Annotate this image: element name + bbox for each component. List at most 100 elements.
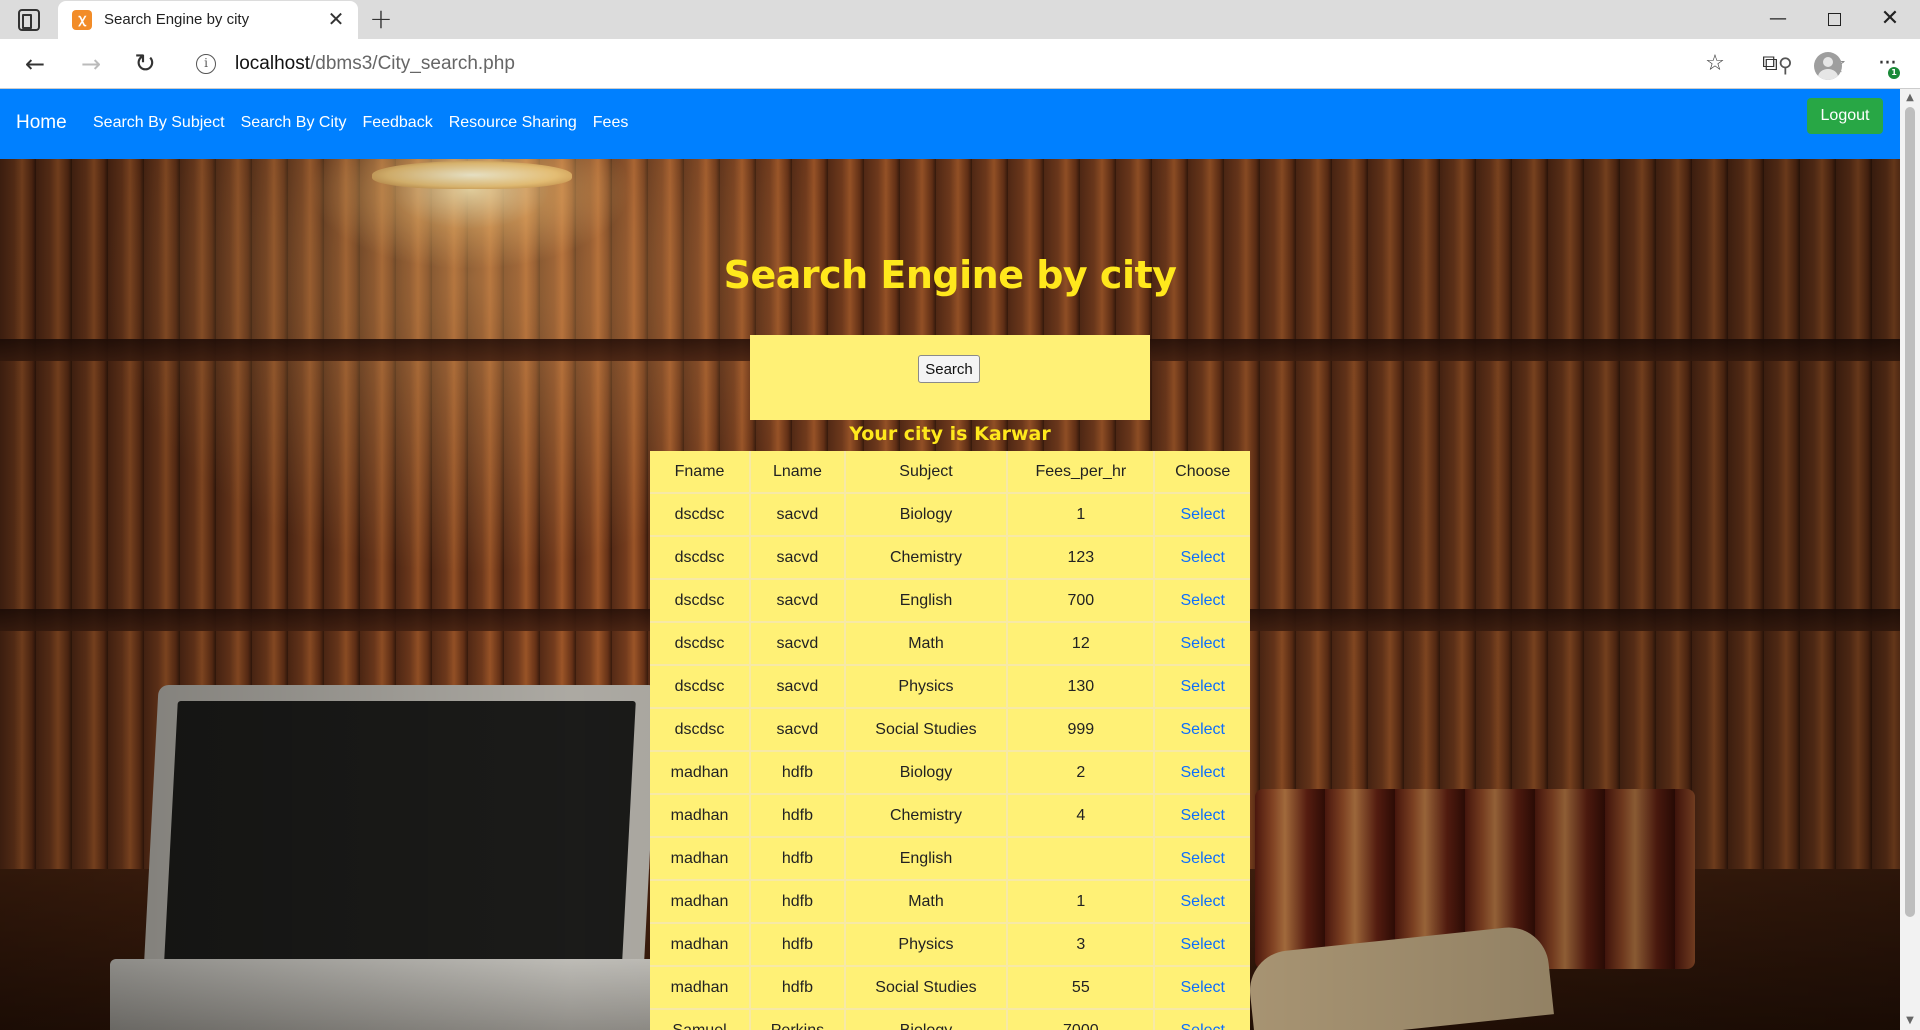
column-header-fname: Fname (650, 451, 752, 494)
column-header-lname: Lname (751, 451, 846, 494)
url-text[interactable]: localhost/dbms3/City_search.php (235, 53, 515, 75)
select-link[interactable]: Select (1181, 936, 1225, 953)
select-link[interactable]: Select (1181, 506, 1225, 523)
site-info-icon[interactable]: i (196, 54, 216, 74)
new-tab-icon[interactable]: + (366, 4, 396, 34)
table-row: dscdsc sacvd Chemistry 123 Select (650, 537, 1250, 580)
choose-cell: Select (1155, 623, 1250, 666)
profile-avatar-icon[interactable] (1814, 52, 1842, 80)
table-cell-fname: dscdsc (650, 623, 752, 666)
select-link[interactable]: Select (1181, 764, 1225, 781)
url-path: /dbms3/City_search.php (310, 53, 515, 74)
select-link[interactable]: Select (1181, 979, 1225, 996)
window-restore-icon[interactable] (1806, 0, 1862, 39)
table-cell-subject: Chemistry (845, 795, 1009, 838)
nav-link-fees[interactable]: Fees (593, 114, 629, 132)
forward-arrow-icon[interactable]: → (74, 48, 108, 80)
nav-link-resource-sharing[interactable]: Resource Sharing (449, 114, 577, 132)
table-cell-lname: sacvd (751, 494, 846, 537)
table-cell-fees_per_hr: 130 (1008, 666, 1156, 709)
collections-icon[interactable]: ⧉ (1753, 48, 1787, 80)
table-cell-fees_per_hr: 7000 (1008, 1010, 1156, 1030)
table-cell-lname: hdfb (751, 967, 846, 1010)
reload-icon[interactable]: ↻ (128, 48, 162, 80)
nav-link-search-by-subject[interactable]: Search By Subject (93, 114, 225, 132)
scroll-up-arrow-icon[interactable]: ▲ (1900, 89, 1920, 107)
logout-button[interactable]: Logout (1807, 98, 1883, 134)
table-cell-subject: Math (845, 623, 1009, 666)
select-link[interactable]: Select (1181, 721, 1225, 738)
table-row: dscdsc sacvd Physics 130 Select (650, 666, 1250, 709)
table-cell-fees_per_hr: 2 (1008, 752, 1156, 795)
choose-cell: Select (1155, 666, 1250, 709)
select-link[interactable]: Select (1181, 549, 1225, 566)
table-cell-lname: hdfb (751, 924, 846, 967)
address-bar[interactable]: i localhost/dbms3/City_search.php ⚲ ☆ (180, 45, 1847, 83)
select-link[interactable]: Select (1181, 592, 1225, 609)
choose-cell: Select (1155, 795, 1250, 838)
table-cell-fees_per_hr: 700 (1008, 580, 1156, 623)
results-table: Fname Lname Subject Fees_per_hr Choose dscds… (650, 451, 1250, 1030)
table-row: madhan hdfb Math 1 Select (650, 881, 1250, 924)
table-header-row: Fname Lname Subject Fees_per_hr Choose (650, 451, 1250, 494)
table-row: dscdsc sacvd Biology 1 Select (650, 494, 1250, 537)
scroll-down-arrow-icon[interactable]: ▼ (1900, 1012, 1920, 1030)
table-row: Samuel Perkins Biology 7000 Select (650, 1010, 1250, 1030)
browser-tab-bar: ꭓ Search Engine by city ✕ + — ✕ (0, 0, 1920, 39)
table-cell-lname: sacvd (751, 580, 846, 623)
xampp-favicon-icon: ꭓ (72, 10, 92, 30)
table-cell-subject: English (845, 580, 1009, 623)
column-header-subject: Subject (845, 451, 1009, 494)
update-badge: 1 (1888, 67, 1900, 79)
table-cell-fname: madhan (650, 752, 752, 795)
choose-cell: Select (1155, 838, 1250, 881)
table-cell-fname: madhan (650, 924, 752, 967)
table-row: madhan hdfb Chemistry 4 Select (650, 795, 1250, 838)
window-close-icon[interactable]: ✕ (1862, 0, 1918, 39)
select-link[interactable]: Select (1181, 893, 1225, 910)
tab-actions-icon[interactable] (18, 9, 40, 31)
nav-link-feedback[interactable]: Feedback (362, 114, 432, 132)
page-scrollbar[interactable]: ▲ ▼ (1900, 89, 1920, 1030)
nav-links: Search By Subject Search By City Feedback R… (93, 114, 628, 132)
table-cell-fname: madhan (650, 795, 752, 838)
browser-tab-active[interactable]: ꭓ Search Engine by city ✕ (58, 1, 358, 39)
scrollbar-thumb[interactable] (1905, 107, 1915, 917)
back-arrow-icon[interactable]: ← (18, 48, 52, 80)
table-cell-subject: Biology (846, 1010, 1009, 1030)
choose-cell: Select (1155, 494, 1250, 537)
table-cell-fname: madhan (650, 881, 752, 924)
table-cell-lname: sacvd (751, 666, 846, 709)
table-cell-fees_per_hr (1008, 838, 1156, 881)
table-cell-fees_per_hr: 123 (1008, 537, 1156, 580)
favorites-icon[interactable]: ☆ (1698, 48, 1732, 80)
select-link[interactable]: Select (1181, 635, 1225, 652)
table-cell-fees_per_hr: 1 (1008, 494, 1156, 537)
table-cell-lname: hdfb (751, 881, 846, 924)
table-cell-fees_per_hr: 999 (1008, 709, 1156, 752)
column-header-fees_per_hr: Fees_per_hr (1008, 451, 1156, 494)
table-cell-fees_per_hr: 4 (1008, 795, 1156, 838)
table-cell-lname: sacvd (751, 709, 846, 752)
window-minimize-icon[interactable]: — (1750, 0, 1806, 39)
table-cell-lname: hdfb (751, 838, 846, 881)
table-cell-fname: dscdsc (650, 709, 752, 752)
nav-link-search-by-city[interactable]: Search By City (241, 114, 347, 132)
tab-title: Search Engine by city (104, 11, 250, 28)
select-link[interactable]: Select (1181, 807, 1225, 824)
select-link[interactable]: Select (1181, 678, 1225, 695)
table-cell-subject: Math (845, 881, 1009, 924)
table-cell-fname: dscdsc (650, 494, 752, 537)
select-link[interactable]: Select (1181, 1022, 1225, 1030)
table-row: dscdsc sacvd Math 12 Select (650, 623, 1250, 666)
table-cell-lname: hdfb (751, 752, 846, 795)
choose-cell: Select (1155, 537, 1250, 580)
choose-cell: Select (1155, 580, 1250, 623)
search-button[interactable]: Search (918, 355, 980, 383)
tab-close-icon[interactable]: ✕ (324, 6, 348, 32)
nav-home-link[interactable]: Home (16, 112, 67, 134)
city-status-text: Your city is Karwar (849, 423, 1051, 445)
table-cell-fees_per_hr: 3 (1008, 924, 1156, 967)
select-link[interactable]: Select (1181, 850, 1225, 867)
table-cell-subject: Chemistry (845, 537, 1009, 580)
